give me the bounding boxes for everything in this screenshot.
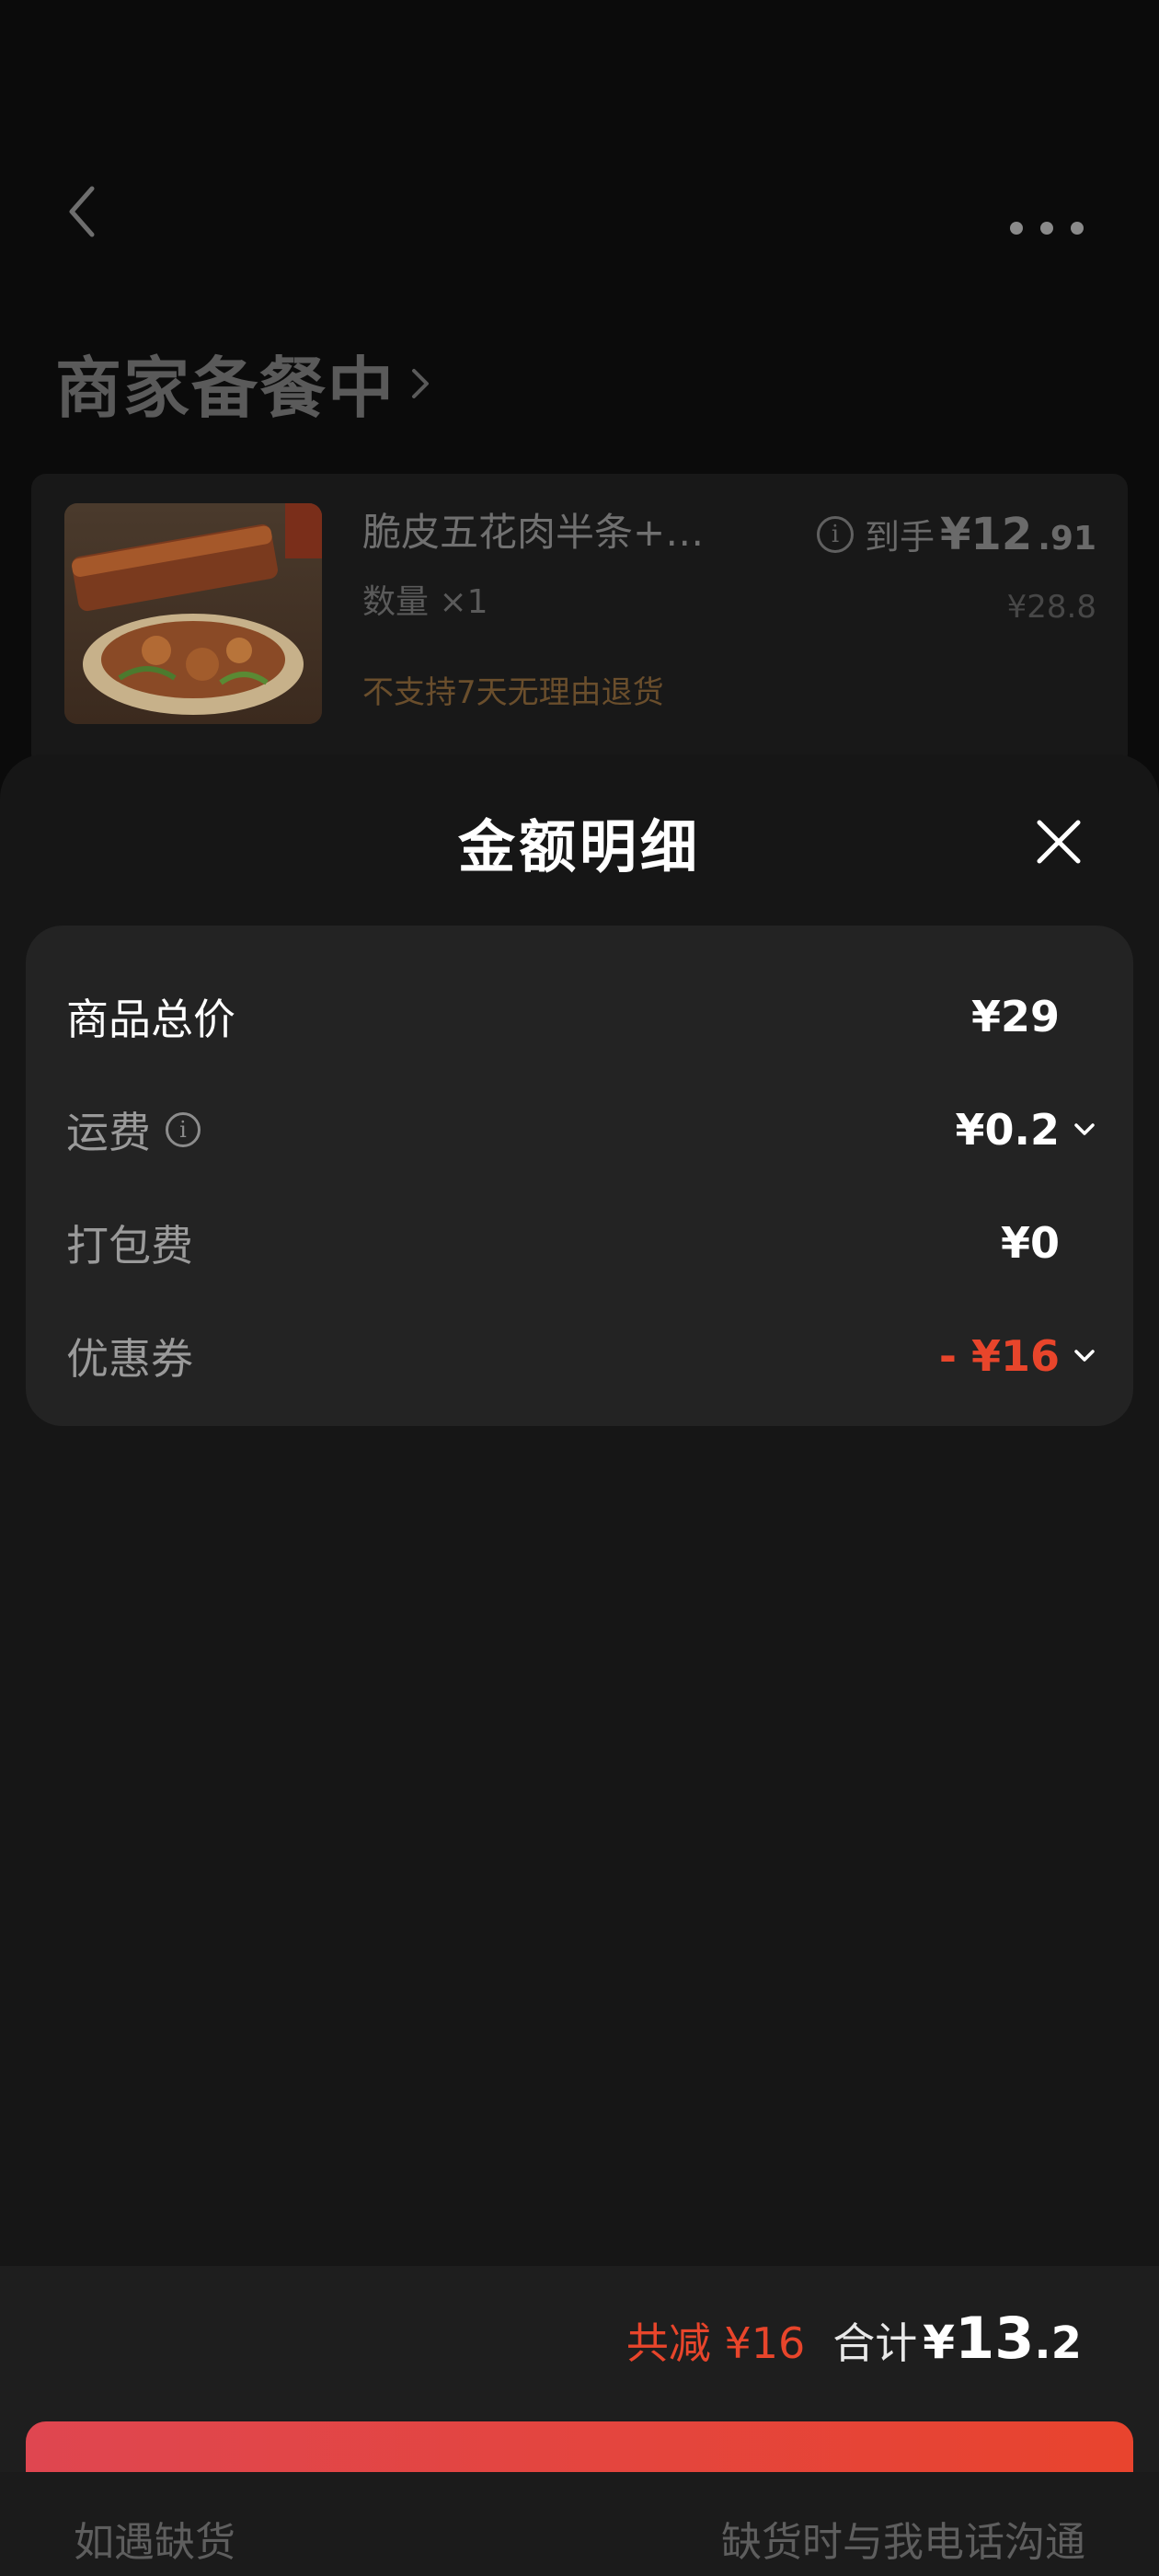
quantity-label: 数量 bbox=[362, 583, 430, 621]
packing-fee-value: ¥0 bbox=[1000, 1218, 1060, 1268]
stockout-value: 缺货时与我电话沟通 bbox=[721, 2519, 1085, 2566]
item-name: 脆皮五花肉半条+… bbox=[362, 510, 705, 555]
total-discount: 共减 ¥16 bbox=[625, 2318, 806, 2368]
chevron-down-icon[interactable] bbox=[1073, 1348, 1096, 1364]
packing-fee-label: 打包费 bbox=[66, 1221, 193, 1271]
chevron-right-icon bbox=[412, 369, 430, 398]
total-amount: 13 bbox=[955, 2305, 1035, 2372]
row-goods-total: 商品总价 ¥29 bbox=[66, 984, 1096, 1049]
item-quantity: 数量 ×1 bbox=[362, 575, 488, 623]
info-icon[interactable]: i bbox=[817, 516, 854, 553]
coupon-label: 优惠券 bbox=[66, 1334, 193, 1384]
total-currency: ¥ bbox=[923, 2316, 956, 2369]
chevron-down-icon[interactable] bbox=[1073, 1121, 1096, 1138]
amount-detail-card: 商品总价 ¥29 运费 i ¥0.2 打包费 ¥0 优惠券 - ¥16 bbox=[26, 926, 1133, 1426]
final-price-label: 到手 bbox=[865, 517, 935, 558]
stockout-label: 如遇缺货 bbox=[74, 2519, 235, 2566]
close-icon[interactable] bbox=[1028, 811, 1089, 872]
more-dots-icon[interactable] bbox=[1010, 210, 1084, 247]
order-status-title[interactable]: 商家备餐中 bbox=[55, 340, 432, 427]
total-label: 合计 bbox=[832, 2318, 918, 2368]
info-icon[interactable]: i bbox=[166, 1112, 201, 1147]
final-price-cents: .91 bbox=[1038, 520, 1096, 558]
delivery-fee-label: 运费 bbox=[66, 1108, 151, 1157]
final-price[interactable]: i 到手 ¥12 .91 bbox=[817, 509, 1096, 560]
quantity-value: ×1 bbox=[439, 583, 488, 621]
final-price-value: ¥12 bbox=[940, 509, 1033, 560]
total-cents: .2 bbox=[1034, 2317, 1082, 2369]
row-packing-fee: 打包费 ¥0 bbox=[66, 1211, 1096, 1275]
totals: 共减 ¥16 合计 ¥ 13 .2 bbox=[626, 2305, 1082, 2372]
goods-total-label: 商品总价 bbox=[66, 995, 235, 1044]
original-price: ¥28.8 bbox=[1006, 589, 1096, 626]
goods-total-value: ¥29 bbox=[970, 992, 1060, 1041]
coupon-value: - ¥16 bbox=[938, 1331, 1060, 1381]
order-item-card[interactable]: 脆皮五花肉半条+… 数量 ×1 不支持7天无理由退货 i 到手 ¥12 .91 … bbox=[31, 474, 1128, 768]
food-image bbox=[64, 503, 322, 724]
order-status-text: 商家备餐中 bbox=[55, 349, 396, 427]
stockout-option-row[interactable]: 如遇缺货 缺货时与我电话沟通 bbox=[0, 2472, 1159, 2576]
delivery-fee-value: ¥0.2 bbox=[955, 1105, 1061, 1155]
sheet-title: 金额明细 bbox=[457, 813, 701, 880]
row-delivery-fee[interactable]: 运费 i ¥0.2 bbox=[66, 1098, 1096, 1162]
back-button[interactable] bbox=[64, 179, 120, 244]
return-policy-note: 不支持7天无理由退货 bbox=[362, 674, 664, 711]
row-coupon[interactable]: 优惠券 - ¥16 bbox=[66, 1324, 1096, 1388]
back-arrow-icon bbox=[69, 186, 95, 237]
